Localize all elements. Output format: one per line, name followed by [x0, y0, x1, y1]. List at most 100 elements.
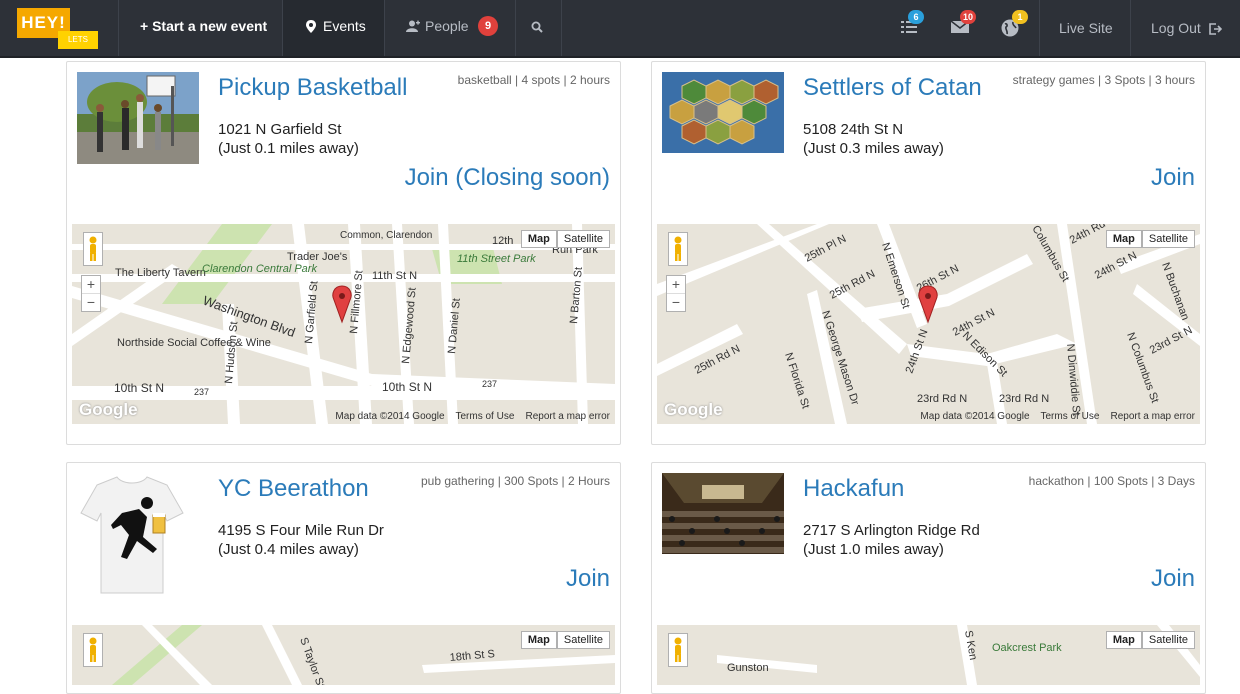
join-button[interactable]: Join (Closing soon) [405, 164, 610, 192]
nav-divider [1130, 0, 1131, 56]
nav-divider [1039, 0, 1040, 56]
map-label: Trader Joe's [287, 251, 348, 263]
log-out-link[interactable]: Log Out [1151, 2, 1222, 58]
event-card: Pickup Basketball basketball | 4 spots |… [66, 61, 621, 445]
map-label: 11th Street Park [457, 253, 536, 265]
zoom-in-button[interactable]: + [82, 276, 100, 294]
pegman-icon [89, 236, 97, 261]
people-count-badge: 9 [478, 16, 498, 36]
pegman-icon [89, 637, 97, 662]
map-type-map-button[interactable]: Map [1105, 631, 1142, 649]
event-title[interactable]: Settlers of Catan [803, 74, 982, 102]
report-link[interactable]: Report a map error [526, 411, 610, 422]
nav-divider [515, 0, 516, 56]
event-card: YC Beerathon pub gathering | 300 Spots |… [66, 462, 621, 694]
map-zoom-control[interactable]: + − [666, 275, 686, 312]
sign-out-icon [1209, 23, 1222, 35]
report-link[interactable]: Report a map error [1111, 411, 1195, 422]
search-icon[interactable] [531, 21, 543, 33]
event-distance: (Just 0.4 miles away) [218, 541, 359, 558]
event-meta: hackathon | 100 Spots | 3 Days [1028, 474, 1195, 488]
map-footer: Map data ©2014 Google Terms of Use Repor… [920, 411, 1195, 422]
map-label: Oakcrest Park [992, 642, 1062, 654]
map-pin-icon [306, 20, 316, 33]
map-type-satellite-button[interactable]: Satellite [1141, 230, 1195, 248]
map-label: Common, Clarendon [340, 230, 432, 241]
event-card: Hackafun hackathon | 100 Spots | 3 Days … [651, 462, 1206, 694]
map-footer: Map data ©2014 Google Terms of Use Repor… [335, 411, 610, 422]
map-label: Gunston [727, 662, 769, 674]
logo-lets: LETS [58, 31, 98, 49]
map-type-map-button[interactable]: Map [520, 631, 557, 649]
event-title[interactable]: Pickup Basketball [218, 74, 407, 102]
notifications-count-badge: 1 [1012, 10, 1028, 24]
zoom-in-button[interactable]: + [667, 276, 685, 294]
map-zoom-control[interactable]: + − [81, 275, 101, 312]
event-map[interactable]: 25th Pl N 25th Rd N N Emerson St 26th St… [657, 224, 1200, 424]
map-label: Clarendon Central Park [202, 263, 317, 275]
event-card: Settlers of Catan strategy games | 3 Spo… [651, 61, 1206, 445]
street-view-pegman[interactable] [83, 633, 103, 667]
site-logo[interactable]: HEY! LETS [17, 8, 99, 50]
event-street: 5108 24th St N [803, 121, 904, 138]
messages-button[interactable]: 10 [950, 10, 976, 38]
map-type-satellite-button[interactable]: Satellite [556, 631, 610, 649]
event-photo-basketball [77, 72, 199, 164]
street-view-pegman[interactable] [668, 633, 688, 667]
add-user-icon [406, 20, 420, 32]
map-type-map-button[interactable]: Map [1105, 230, 1142, 248]
notifications-button[interactable]: 1 [1000, 10, 1028, 38]
event-address: 5108 24th St N (Just 0.3 miles away) [803, 120, 944, 158]
event-title[interactable]: Hackafun [803, 475, 904, 503]
map-label: 23rd St N [1148, 324, 1195, 356]
join-button[interactable]: Join [566, 565, 610, 593]
map-type-map-button[interactable]: Map [520, 230, 557, 248]
start-event-link[interactable]: + Start a new event [140, 0, 267, 56]
event-photo-beer-shirt [77, 473, 187, 595]
tasks-button[interactable]: 6 [899, 10, 924, 38]
event-map[interactable]: Oakcrest Park Gunston S Ken Map Satellit… [657, 625, 1200, 685]
zoom-out-button[interactable]: − [667, 294, 685, 311]
event-meta: basketball | 4 spots | 2 hours [457, 73, 610, 87]
event-address: 2717 S Arlington Ridge Rd (Just 1.0 mile… [803, 521, 980, 559]
event-distance: (Just 0.3 miles away) [803, 140, 944, 157]
events-tab[interactable]: Events [283, 0, 384, 56]
pegman-icon [674, 236, 682, 261]
google-watermark: Google [79, 400, 138, 419]
event-title[interactable]: YC Beerathon [218, 475, 369, 503]
event-distance: (Just 1.0 miles away) [803, 541, 944, 558]
event-meta: strategy games | 3 Spots | 3 hours [1012, 73, 1195, 87]
event-photo-hackathon [662, 473, 784, 554]
event-street: 4195 S Four Mile Run Dr [218, 522, 384, 539]
event-photo-catan [662, 72, 784, 153]
tasks-count-badge: 6 [908, 10, 924, 24]
top-navbar: HEY! LETS + Start a new event Events Peo… [0, 0, 1240, 58]
people-label: People [425, 18, 469, 34]
street-view-pegman[interactable] [668, 232, 688, 266]
map-label: 12th [492, 235, 513, 247]
event-map[interactable]: S Taylor St 18th St S Map Satellite [72, 625, 615, 685]
map-label: 237 [194, 387, 209, 397]
zoom-out-button[interactable]: − [82, 294, 100, 311]
map-label: The Liberty Tavern [115, 267, 206, 279]
street-view-pegman[interactable] [83, 232, 103, 266]
map-label: Northside Social Coffee & Wine [117, 337, 271, 349]
people-tab[interactable]: People 9 [385, 0, 515, 56]
terms-link[interactable]: Terms of Use [455, 411, 514, 422]
map-data-text: Map data ©2014 Google [920, 411, 1030, 422]
map-label: 25th Pl N [803, 233, 849, 265]
messages-count-badge: 10 [960, 10, 976, 24]
pegman-icon [674, 637, 682, 662]
map-label: 10th St N [382, 380, 432, 394]
map-type-control: Map Satellite [1105, 631, 1195, 649]
event-map[interactable]: Common, Clarendon 12th Trader Joe's 11th… [72, 224, 615, 424]
join-button[interactable]: Join [1151, 565, 1195, 593]
live-site-link[interactable]: Live Site [1059, 2, 1113, 58]
join-button[interactable]: Join [1151, 164, 1195, 192]
event-meta: pub gathering | 300 Spots | 2 Hours [420, 474, 610, 488]
google-watermark: Google [664, 400, 723, 419]
map-type-satellite-button[interactable]: Satellite [556, 230, 610, 248]
map-type-satellite-button[interactable]: Satellite [1141, 631, 1195, 649]
terms-link[interactable]: Terms of Use [1040, 411, 1099, 422]
event-street: 1021 N Garfield St [218, 121, 342, 138]
